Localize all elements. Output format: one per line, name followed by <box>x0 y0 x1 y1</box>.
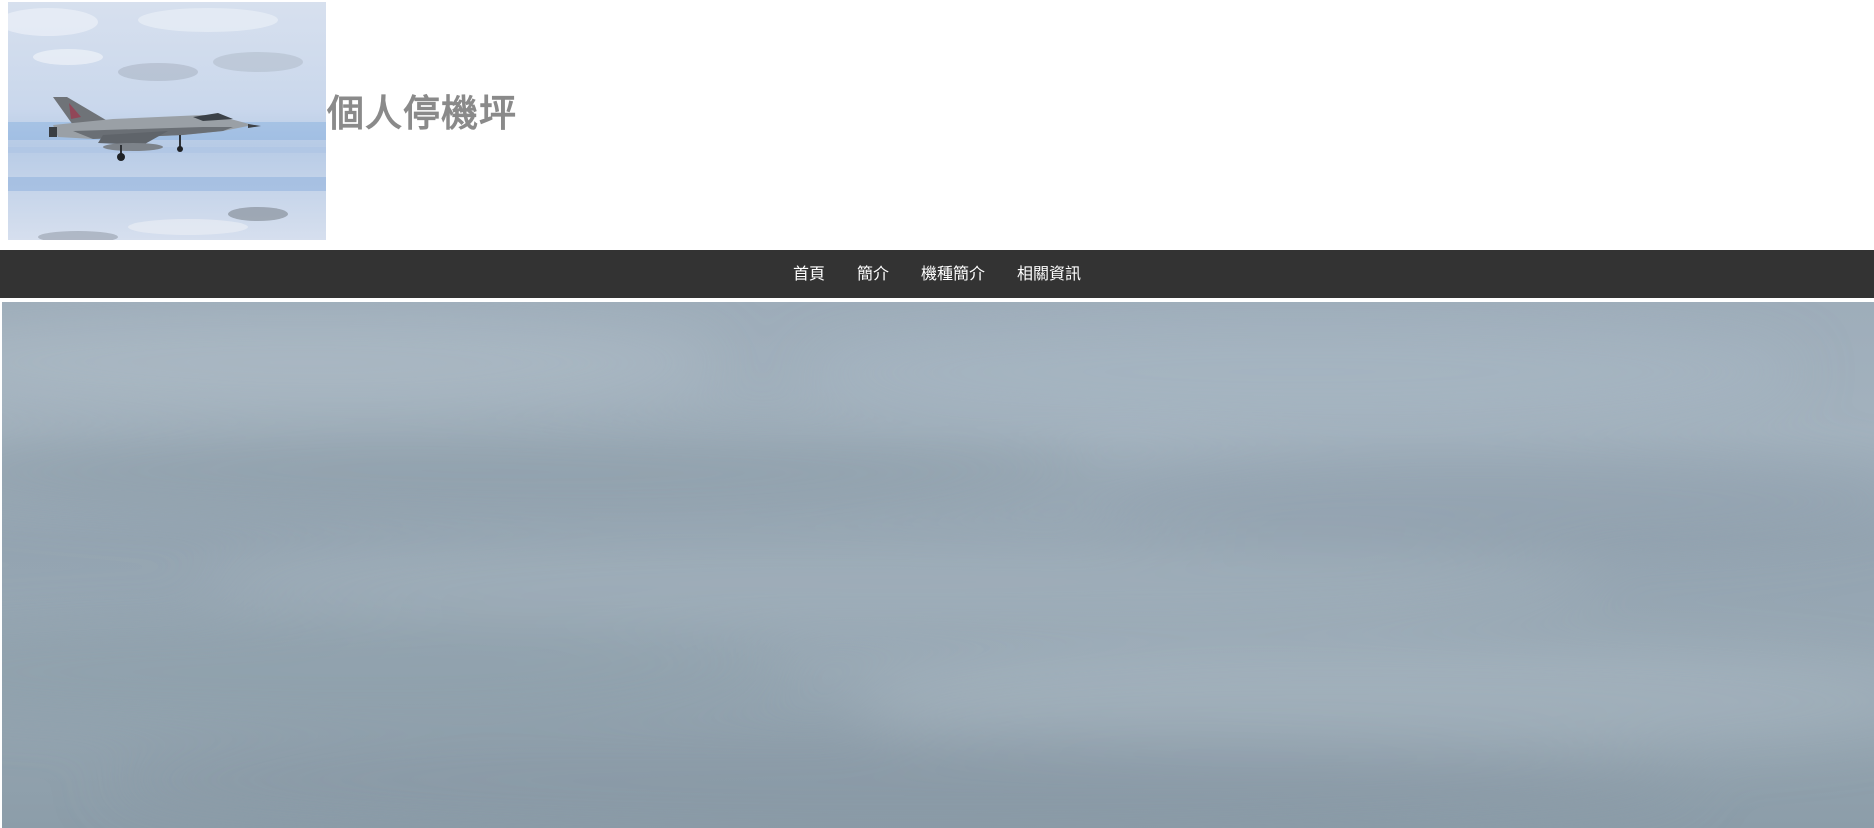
main-navbar: 首頁 簡介 機種簡介 相關資訊 <box>0 250 1874 298</box>
nav-item-intro-wrap: 簡介 <box>841 250 905 298</box>
fighter-jet-photo-icon <box>8 2 326 240</box>
site-title: 個人停機坪 <box>327 92 517 135</box>
nav-link-aircraft-types[interactable]: 機種簡介 <box>905 250 1001 298</box>
hero-banner-image <box>2 302 1874 828</box>
nav-item-aircraft-wrap: 機種簡介 <box>905 250 1001 298</box>
page: 個人停機坪 首頁 簡介 機種簡介 相關資訊 <box>0 0 1874 828</box>
nav-link-home[interactable]: 首頁 <box>777 250 841 298</box>
cloudy-sky-photo-icon <box>2 302 1874 828</box>
nav-link-intro[interactable]: 簡介 <box>841 250 905 298</box>
nav-link-related-info[interactable]: 相關資訊 <box>1001 250 1097 298</box>
site-header: 個人停機坪 <box>0 0 1874 248</box>
nav-menu: 首頁 簡介 機種簡介 相關資訊 <box>0 250 1874 298</box>
nav-item-info-wrap: 相關資訊 <box>1001 250 1097 298</box>
logo-jet-image <box>8 2 326 240</box>
nav-item-home-wrap: 首頁 <box>777 250 841 298</box>
